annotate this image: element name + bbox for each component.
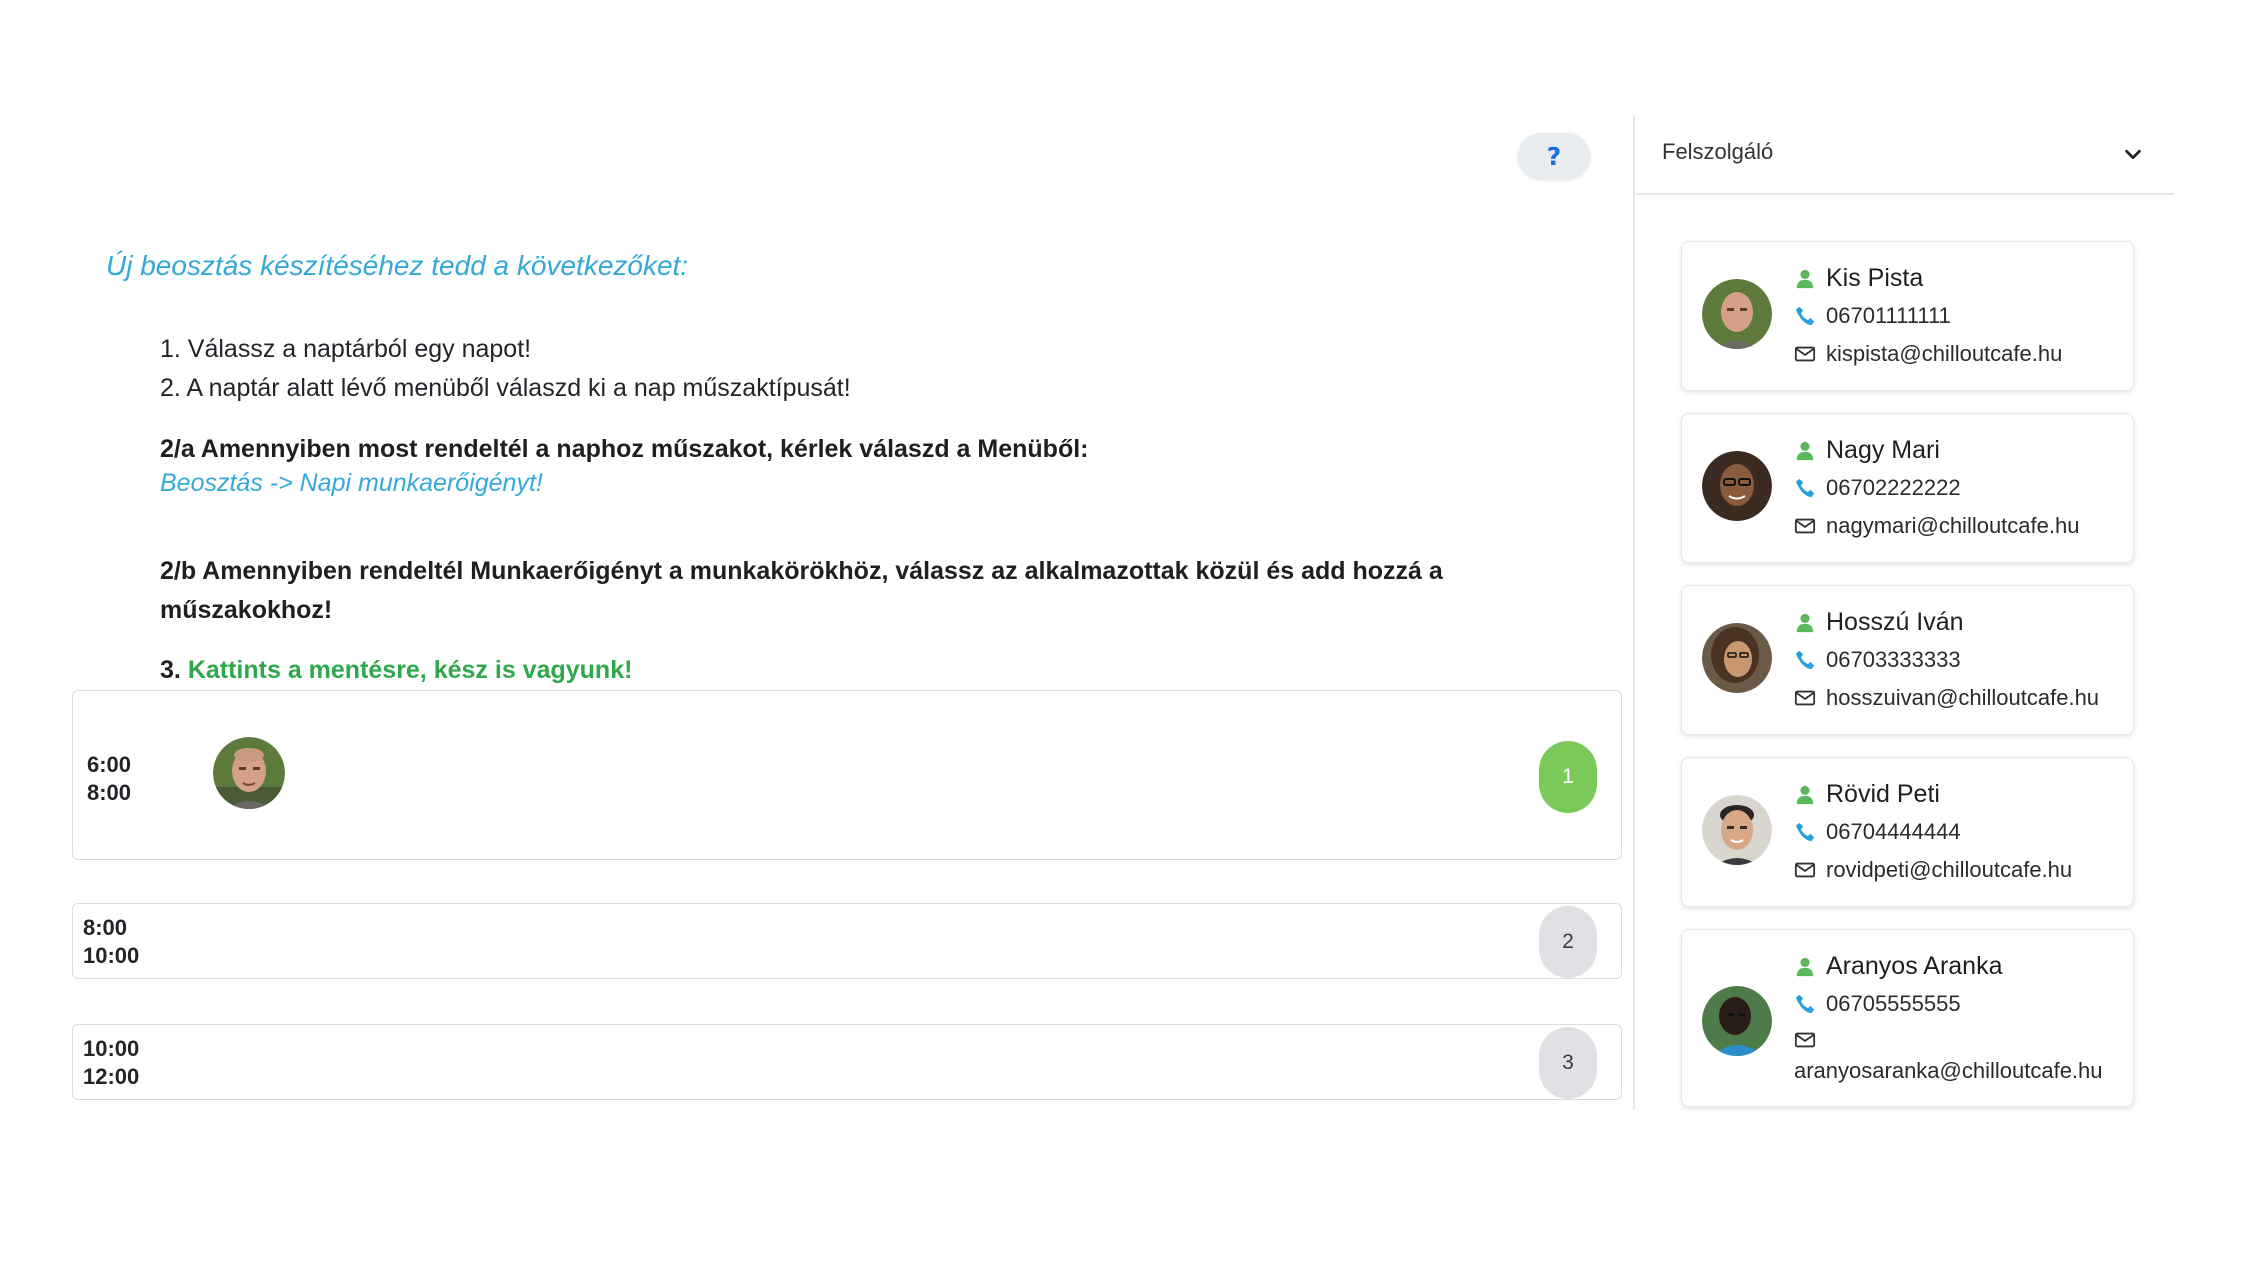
shift-staff-count-badge[interactable]: 1 — [1539, 741, 1597, 813]
employee-name-row: Aranyos Aranka — [1794, 952, 2003, 981]
employee-email-row: nagymari@chilloutcafe.hu — [1794, 513, 2079, 539]
employee-phone: 06704444444 — [1826, 819, 1961, 844]
employee-phone-row: 06701111111 — [1794, 303, 1951, 329]
employee-name-row: Nagy Mari — [1794, 436, 1940, 465]
shift-row[interactable]: 8:00 10:00 2 — [72, 903, 1622, 979]
envelope-icon — [1794, 518, 1816, 534]
employee-email-row: kispista@chilloutcafe.hu — [1794, 341, 2062, 367]
shift-time: 6:00 8:00 — [87, 751, 131, 807]
employee-phone: 06702222222 — [1826, 475, 1961, 500]
employee-email[interactable]: kispista@chilloutcafe.hu — [1826, 341, 2062, 367]
shift-end: 10:00 — [83, 943, 140, 968]
step-2a: 2/a Amennyiben most rendeltél a naphoz m… — [160, 435, 1089, 463]
employee-name: Rövid Peti — [1826, 780, 1940, 808]
person-icon — [1796, 269, 1814, 288]
step-2b: 2/b Amennyiben rendeltél Munkaerőigényt … — [160, 557, 1443, 624]
shift-end: 8:00 — [87, 780, 132, 805]
person-icon — [1796, 613, 1814, 632]
employee-phone: 06705555555 — [1826, 991, 1961, 1016]
employee-phone-row: 06705555555 — [1794, 991, 1961, 1017]
role-select[interactable]: Felszolgáló — [1636, 115, 2174, 195]
help-button[interactable]: ? — [1518, 133, 1590, 179]
shift-time: 8:00 10:00 — [83, 914, 139, 970]
employee-avatar — [1702, 279, 1772, 349]
employee-phone-row: 06704444444 — [1794, 819, 1961, 845]
envelope-icon — [1794, 862, 1816, 878]
employee-email-row: aranyosaranka@chilloutcafe.hu — [1794, 1058, 2103, 1084]
shift-staff-count-badge[interactable]: 2 — [1539, 906, 1597, 978]
employee-email-row: hosszuivan@chilloutcafe.hu — [1794, 685, 2099, 711]
employee-name-row: Hosszú Iván — [1794, 608, 1964, 637]
step-1: 1. Válassz a naptárból egy napot! — [160, 335, 532, 363]
employee-phone: 06703333333 — [1826, 647, 1961, 672]
instructions-title: Új beosztás készítéséhez tedd a következ… — [106, 250, 689, 281]
phone-icon — [1795, 650, 1815, 670]
assigned-employee-avatar[interactable] — [213, 737, 285, 809]
employee-name: Hosszú Iván — [1826, 608, 1964, 636]
shift-start: 10:00 — [83, 1036, 140, 1061]
step-2: 2. A naptár alatt lévő menüből válaszd k… — [160, 374, 851, 402]
employee-phone-row: 06702222222 — [1794, 475, 1961, 501]
shift-start: 6:00 — [87, 752, 132, 777]
phone-icon — [1795, 822, 1815, 842]
employee-card[interactable]: Rövid Peti 06704444444 rovidpeti@chillou… — [1681, 757, 2134, 907]
employee-email-icon-row — [1794, 1029, 1826, 1051]
shift-end: 12:00 — [83, 1064, 140, 1089]
envelope-icon — [1794, 1032, 1816, 1048]
employee-email[interactable]: aranyosaranka@chilloutcafe.hu — [1794, 1058, 2103, 1084]
employee-avatar — [1702, 451, 1772, 521]
employee-card[interactable]: Kis Pista 06701111111 kispista@chilloutc… — [1681, 241, 2134, 391]
employee-email-row: rovidpeti@chilloutcafe.hu — [1794, 857, 2072, 883]
employee-phone-row: 06703333333 — [1794, 647, 1961, 673]
employee-avatar — [1702, 795, 1772, 865]
employee-name-row: Kis Pista — [1794, 264, 1923, 293]
shift-staff-count-badge[interactable]: 3 — [1539, 1027, 1597, 1099]
employee-email[interactable]: nagymari@chilloutcafe.hu — [1826, 513, 2079, 539]
employee-avatar — [1702, 623, 1772, 693]
employee-email[interactable]: rovidpeti@chilloutcafe.hu — [1826, 857, 2072, 883]
person-icon — [1796, 441, 1814, 460]
employee-name: Aranyos Aranka — [1826, 952, 2003, 980]
employee-card[interactable]: Hosszú Iván 06703333333 hosszuivan@chill… — [1681, 585, 2134, 735]
shift-time: 10:00 12:00 — [83, 1035, 139, 1091]
employee-card[interactable]: Aranyos Aranka 06705555555 aranyosaranka… — [1681, 929, 2134, 1107]
envelope-icon — [1794, 690, 1816, 706]
shift-row[interactable]: 10:00 12:00 3 — [72, 1024, 1622, 1100]
employee-name-row: Rövid Peti — [1794, 780, 1940, 809]
step-2a-menu-path[interactable]: Beosztás -> Napi munkaerőigényt! — [160, 469, 1620, 498]
employee-avatar — [1702, 986, 1772, 1056]
phone-icon — [1795, 478, 1815, 498]
employee-name: Nagy Mari — [1826, 436, 1940, 464]
phone-icon — [1795, 306, 1815, 326]
step-3: 3. Kattints a mentésre, kész is vagyunk! — [160, 651, 1620, 690]
sidebar-divider — [1633, 115, 1635, 1110]
phone-icon — [1795, 994, 1815, 1014]
employee-phone: 06701111111 — [1826, 303, 1951, 328]
person-icon — [1796, 785, 1814, 804]
step-3-number: 3. — [160, 656, 181, 684]
envelope-icon — [1794, 346, 1816, 362]
employee-card[interactable]: Nagy Mari 06702222222 nagymari@chilloutc… — [1681, 413, 2134, 563]
shift-start: 8:00 — [83, 915, 128, 940]
shift-row[interactable]: 6:00 8:00 1 — [72, 690, 1622, 860]
step-3-text: Kattints a mentésre, kész is vagyunk! — [187, 656, 633, 684]
person-icon — [1796, 957, 1814, 976]
chevron-down-icon[interactable] — [2122, 143, 2144, 165]
instructions-list: 1. Válassz a naptárból egy napot! 2. A n… — [160, 330, 1620, 690]
employee-name: Kis Pista — [1826, 264, 1924, 292]
employee-email[interactable]: hosszuivan@chilloutcafe.hu — [1826, 685, 2099, 711]
role-select-value: Felszolgáló — [1662, 139, 1774, 164]
